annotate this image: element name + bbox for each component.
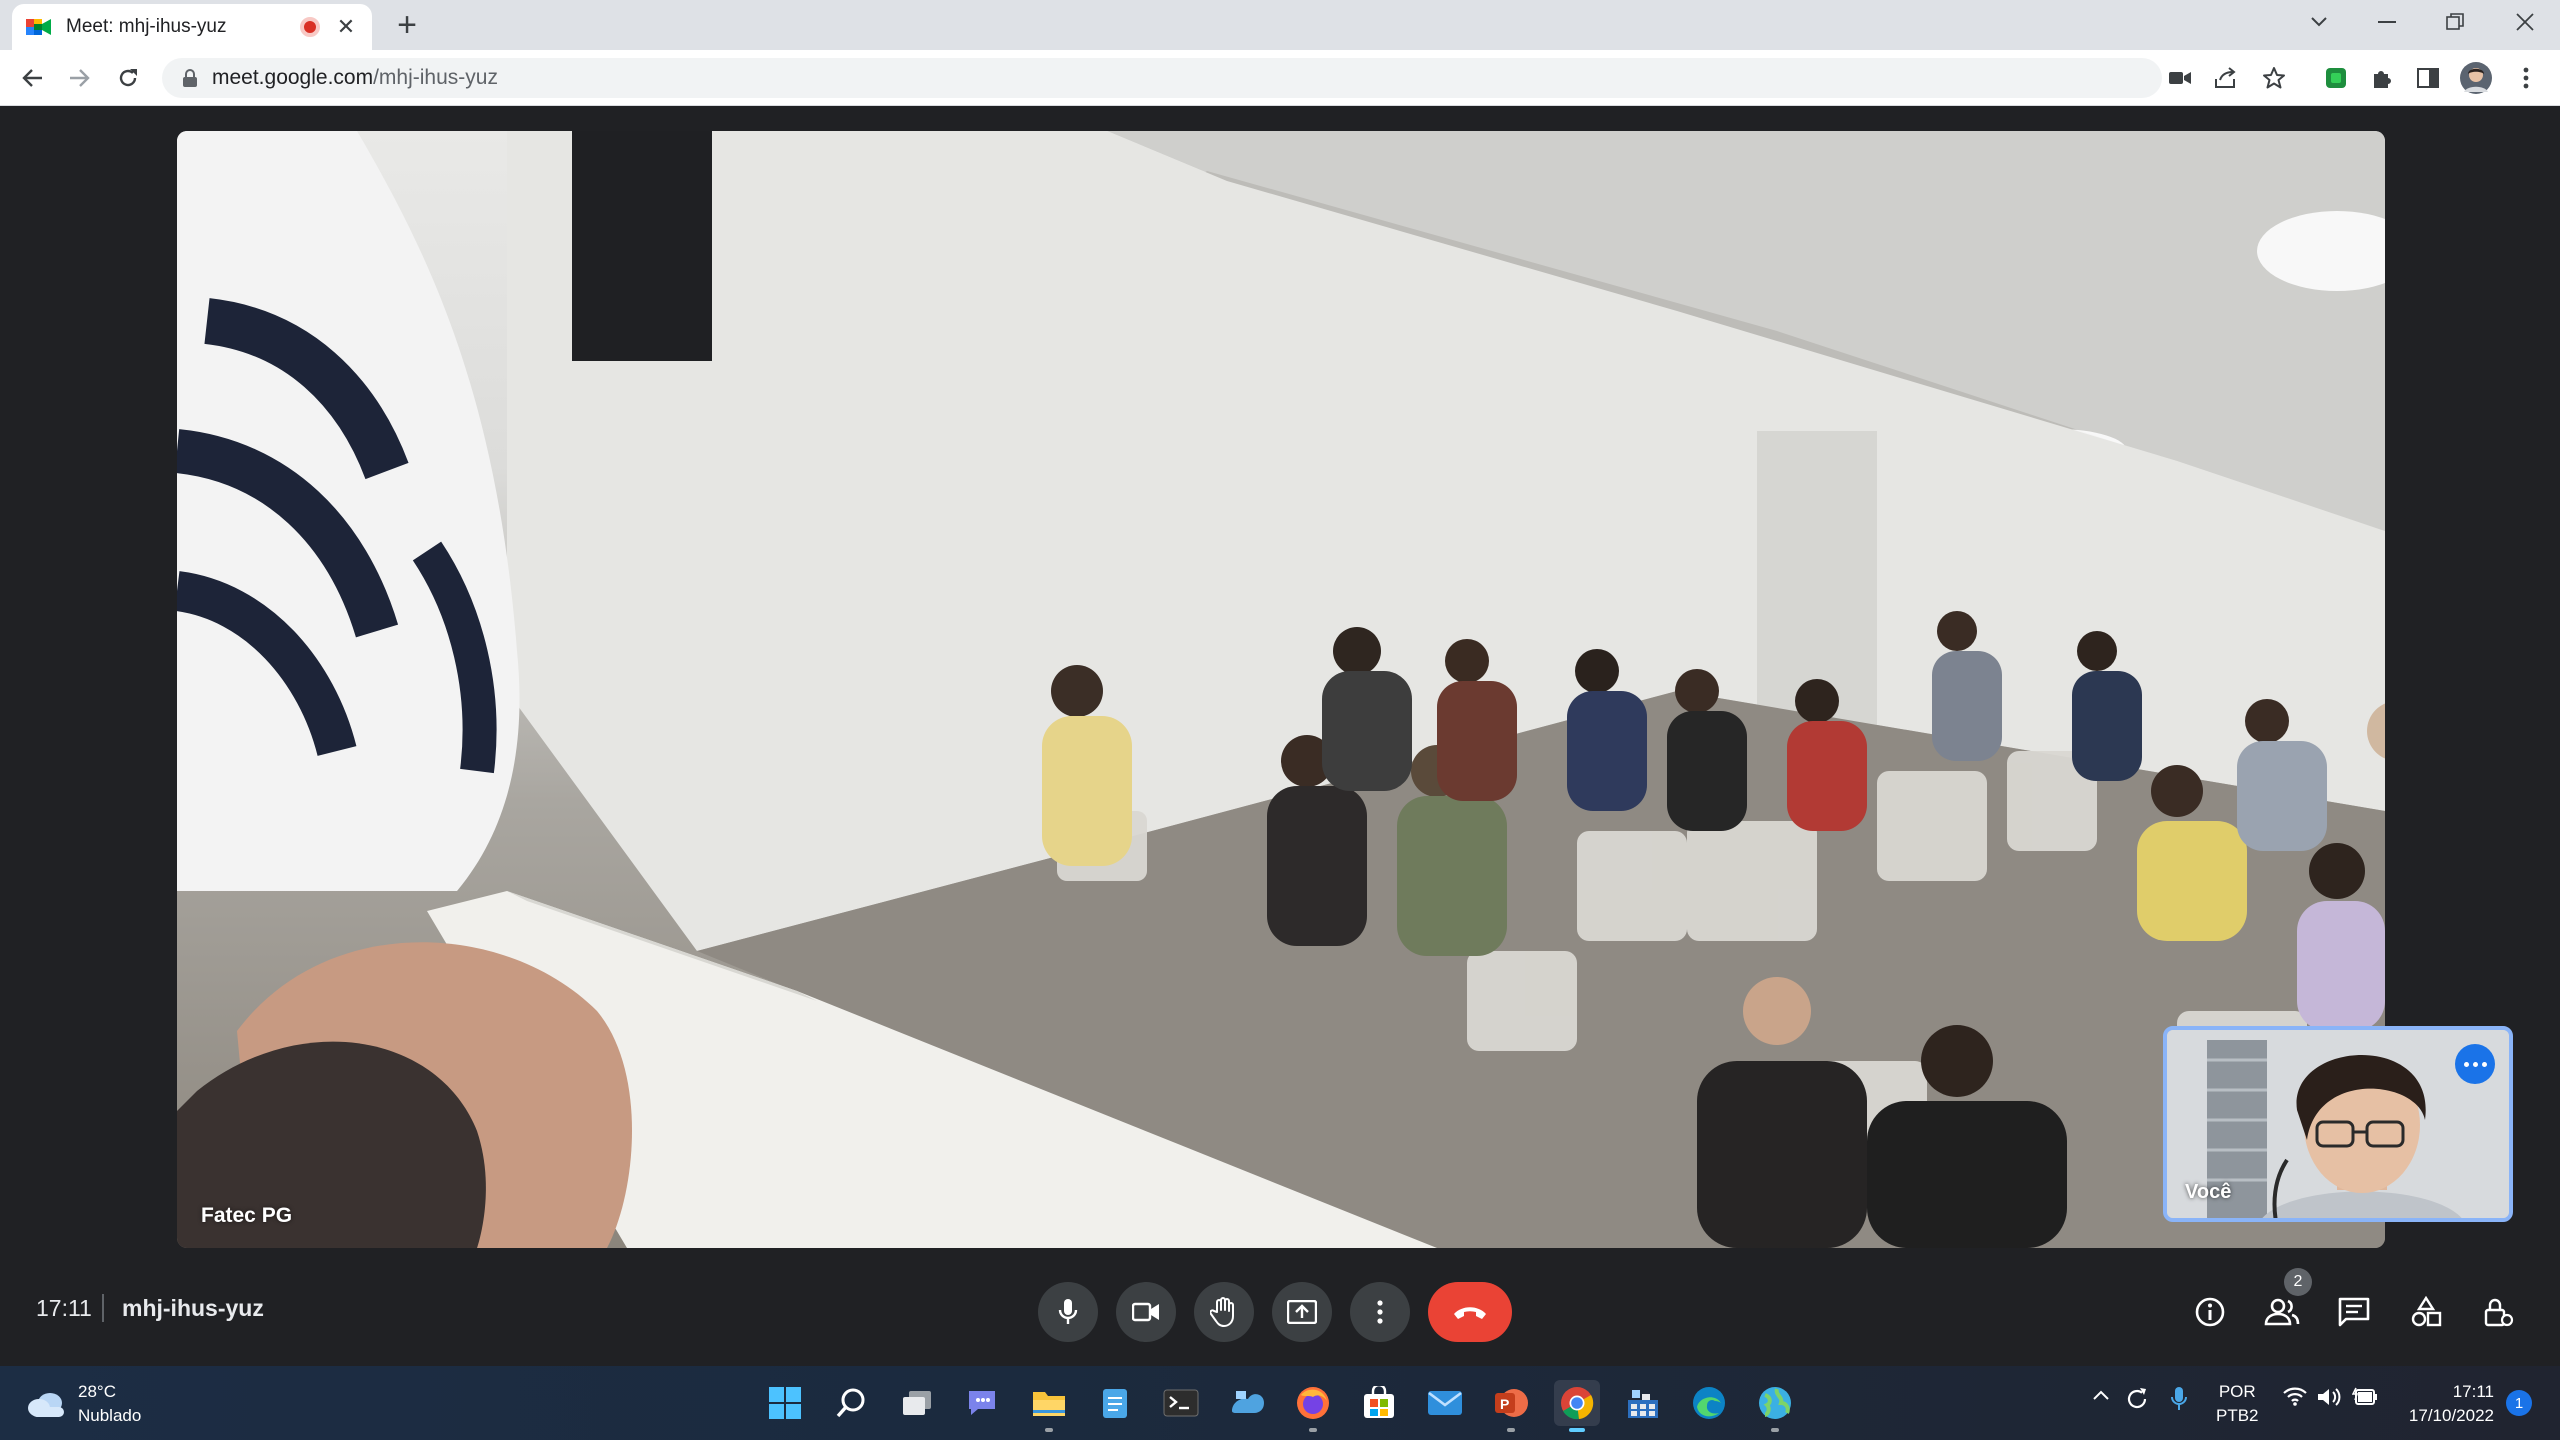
close-window-button[interactable] (2490, 0, 2560, 44)
meet-control-bar: 17:11 mhj-ihus-yuz 2 (0, 1260, 2560, 1364)
teams-chat-icon[interactable] (960, 1380, 1006, 1426)
google-meet-favicon-icon (26, 19, 51, 35)
start-windows-icon[interactable] (762, 1380, 808, 1426)
notification-count-badge[interactable]: 1 (2506, 1390, 2532, 1416)
extension-green-icon[interactable] (2320, 62, 2352, 94)
lock-icon (183, 69, 197, 87)
recording-indicator-icon (300, 17, 320, 37)
clock-separator (102, 1294, 104, 1322)
classroom-video-frame (177, 131, 2385, 1248)
network-tool-icon[interactable] (1224, 1380, 1270, 1426)
leave-call-button[interactable] (1428, 1282, 1512, 1342)
microsoft-store-icon[interactable] (1356, 1380, 1402, 1426)
chrome-menu-icon[interactable] (2510, 62, 2542, 94)
self-view-more-options-button[interactable] (2455, 1044, 2495, 1084)
main-tile-participant-name: Fatec PG (201, 1204, 293, 1227)
new-tab-button[interactable]: + (390, 8, 424, 42)
search-icon[interactable] (828, 1380, 874, 1426)
svg-text:P: P (1500, 1396, 1509, 1412)
raise-hand-button[interactable] (1194, 1282, 1254, 1342)
forward-arrow-icon[interactable] (64, 62, 96, 94)
tab-close-icon[interactable]: ✕ (334, 14, 358, 40)
self-view-tile[interactable]: Você (2163, 1026, 2513, 1222)
meeting-clock: 17:11 (36, 1295, 92, 1321)
browser-tab-meet[interactable]: Meet: mhj-ihus-yuz ✕ (12, 4, 372, 50)
file-explorer-icon[interactable] (1026, 1380, 1072, 1432)
wifi-icon[interactable] (2282, 1386, 2308, 1411)
task-view-icon[interactable] (894, 1380, 940, 1426)
share-icon[interactable] (2210, 62, 2242, 94)
meeting-code: mhj-ihus-yuz (122, 1295, 264, 1321)
url-text: meet.google.com/mhj-ihus-yuz (212, 66, 498, 90)
camera-button[interactable] (1116, 1282, 1176, 1342)
cloud-icon (28, 1393, 64, 1417)
microphone-button[interactable] (1038, 1282, 1098, 1342)
system-date: 17/10/2022 (2408, 1406, 2494, 1425)
raise-hand-icon (1210, 1297, 1234, 1327)
windows-taskbar: 28°C Nublado P POR PTB2 17:11 17/10/2022… (0, 1366, 2560, 1440)
reload-icon[interactable] (112, 62, 144, 94)
chrome-icon[interactable] (1554, 1380, 1600, 1432)
grid-app-icon[interactable] (1620, 1380, 1666, 1426)
system-clock[interactable]: 17:11 17/10/2022 (2398, 1380, 2494, 1428)
extensions-puzzle-icon[interactable] (2366, 62, 2398, 94)
volume-icon[interactable] (2316, 1386, 2342, 1413)
show-hidden-icons-chevron-icon[interactable] (2092, 1386, 2110, 1406)
chat-icon[interactable] (2330, 1288, 2378, 1336)
microphone-icon (1058, 1299, 1078, 1324)
more-options-button[interactable] (1350, 1282, 1410, 1342)
language-code: POR (2218, 1382, 2256, 1401)
address-bar[interactable]: meet.google.com/mhj-ihus-yuz (162, 58, 2162, 98)
sync-icon[interactable] (2124, 1386, 2150, 1417)
more-vertical-icon (1377, 1300, 1383, 1324)
url-path: /mhj-ihus-yuz (373, 66, 498, 89)
notepad-icon[interactable] (1092, 1380, 1138, 1426)
firefox-icon[interactable] (1290, 1380, 1336, 1432)
powerpoint-icon[interactable]: P (1488, 1380, 1534, 1432)
edge-icon[interactable] (1686, 1380, 1732, 1426)
minimize-window-button[interactable] (2352, 0, 2422, 44)
tab-search-chevron-icon[interactable] (2284, 0, 2354, 44)
globe-app-icon[interactable] (1752, 1380, 1798, 1432)
meeting-details-info-icon[interactable] (2186, 1288, 2234, 1336)
weather-description: Nublado (78, 1406, 142, 1425)
activities-icon[interactable] (2402, 1288, 2450, 1336)
camera-icon (1132, 1302, 1159, 1322)
host-controls-lock-icon[interactable] (2474, 1288, 2522, 1336)
profile-avatar[interactable] (2460, 62, 2492, 94)
browser-tabstrip: Meet: mhj-ihus-yuz ✕ + (0, 0, 2560, 50)
self-view-name: Você (2185, 1181, 2232, 1203)
participants-count-badge: 2 (2284, 1268, 2312, 1296)
present-screen-icon (1287, 1300, 1317, 1324)
restore-window-button[interactable] (2420, 0, 2490, 44)
browser-toolbar: meet.google.com/mhj-ihus-yuz (0, 50, 2560, 106)
main-participant-tile[interactable]: Fatec PG (177, 131, 2385, 1248)
bookmark-star-icon[interactable] (2258, 62, 2290, 94)
weather-temperature: 28°C (78, 1382, 116, 1401)
mail-icon[interactable] (1422, 1380, 1468, 1426)
microphone-in-use-icon[interactable] (2170, 1386, 2188, 1417)
terminal-icon[interactable] (1158, 1380, 1204, 1426)
present-screen-button[interactable] (1272, 1282, 1332, 1342)
camera-in-use-icon[interactable] (2164, 62, 2196, 94)
system-time: 17:11 (2452, 1382, 2494, 1401)
meet-stage: Fatec PG Você (0, 106, 2560, 1366)
tab-title: Meet: mhj-ihus-yuz (66, 16, 227, 37)
back-arrow-icon[interactable] (16, 62, 48, 94)
weather-widget[interactable]: 28°C Nublado (26, 1380, 141, 1428)
url-host: meet.google.com (212, 66, 374, 89)
end-call-icon (1454, 1307, 1486, 1319)
input-language-indicator[interactable]: POR PTB2 (2216, 1380, 2259, 1428)
side-panel-icon[interactable] (2412, 62, 2444, 94)
keyboard-layout: PTB2 (2216, 1406, 2259, 1425)
battery-charging-icon[interactable] (2351, 1386, 2378, 1411)
